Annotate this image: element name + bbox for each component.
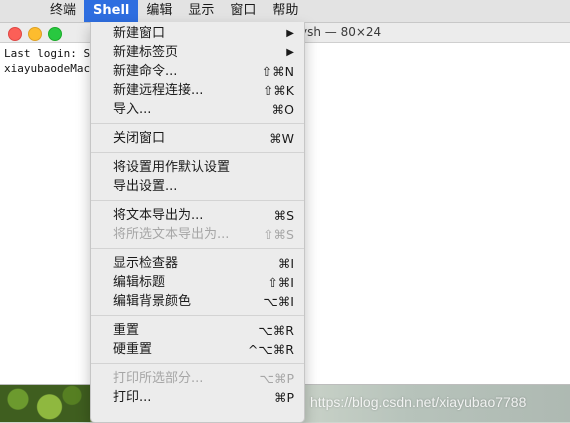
menu-window[interactable]: 窗口 — [222, 0, 264, 22]
zoom-window-button[interactable] — [48, 27, 62, 41]
menu-item-label: 新建命令... — [113, 64, 178, 79]
minimize-window-button[interactable] — [28, 27, 42, 41]
menu-shell[interactable]: Shell — [84, 0, 139, 22]
menu-separator — [91, 123, 304, 124]
menu-item-label: 将设置用作默认设置 — [113, 160, 231, 175]
menu-item-label: 将文本导出为... — [113, 208, 204, 223]
menu-item-shortcut: ⌥⌘I — [263, 294, 294, 309]
menu-bar: 终端 Shell 编辑 显示 窗口 帮助 — [0, 0, 570, 23]
menu-item-shortcut: ⌘W — [269, 131, 294, 146]
menu-item[interactable]: 新建窗口 ▶ — [91, 24, 304, 43]
menu-item-label: 导出设置... — [113, 179, 178, 194]
menu-item-label: 导入... — [113, 102, 152, 117]
menu-item-shortcut: ^⌥⌘R — [247, 342, 294, 357]
shell-dropdown-menu: 新建窗口 ▶ 新建标签页 ▶ 新建命令... ⇧⌘N 新建远程连接... ⇧⌘K 导入... ⌘O… — [90, 22, 305, 423]
menu-separator — [91, 315, 304, 316]
menu-separator — [91, 363, 304, 364]
menu-item-label: 重置 — [113, 323, 140, 338]
menu-item[interactable]: 将设置用作默认设置 — [91, 158, 304, 177]
menu-item-shortcut: ⌥⌘R — [258, 323, 294, 338]
menu-item[interactable]: 硬重置 ^⌥⌘R — [91, 340, 304, 359]
menu-separator — [91, 152, 304, 153]
menu-item[interactable]: 编辑背景颜色 ⌥⌘I — [91, 292, 304, 311]
menu-edit[interactable]: 编辑 — [138, 0, 180, 22]
menu-item-label: 新建标签页 — [113, 45, 179, 60]
menu-item[interactable]: 新建标签页 ▶ — [91, 43, 304, 62]
menu-item[interactable]: 重置 ⌥⌘R — [91, 321, 304, 340]
menu-item-label: 硬重置 — [113, 342, 153, 357]
submenu-arrow-icon: ▶ — [286, 28, 294, 39]
menu-item-shortcut: ⇧⌘N — [261, 64, 294, 79]
menu-item-shortcut: ⌥⌘P — [259, 371, 294, 386]
menu-item-label: 显示检查器 — [113, 256, 179, 271]
menu-item-label: 新建窗口 — [113, 26, 166, 41]
menu-help[interactable]: 帮助 — [264, 0, 306, 22]
menu-item-shortcut: ⇧⌘S — [263, 227, 294, 242]
menu-item[interactable]: 关闭窗口 ⌘W — [91, 129, 304, 148]
menu-item-label: 新建远程连接... — [113, 83, 204, 98]
menu-item-label: 关闭窗口 — [113, 131, 166, 146]
menu-item-shortcut: ⌘P — [273, 390, 294, 405]
menu-item-shortcut: ⌘O — [271, 102, 294, 117]
menu-item-shortcut: ⇧⌘I — [267, 275, 294, 290]
terminal-output[interactable]: Last login: S xiayubaodeMac — [4, 46, 90, 76]
menu-item[interactable]: 导入... ⌘O — [91, 100, 304, 119]
menu-separator — [91, 200, 304, 201]
menu-view[interactable]: 显示 — [180, 0, 222, 22]
menu-item[interactable]: 打印... ⌘P — [91, 388, 304, 407]
terminal-line: xiayubaodeMac — [4, 62, 91, 75]
close-window-button[interactable] — [8, 27, 22, 41]
menu-terminal[interactable]: 终端 — [42, 0, 84, 22]
menu-item-shortcut: ⇧⌘K — [262, 83, 294, 98]
apple-icon[interactable] — [0, 0, 42, 22]
menu-item[interactable]: 导出设置... — [91, 177, 304, 196]
watermark: https://blog.csdn.net/xiayubao7788 — [310, 394, 527, 410]
menu-item-label: 将所选文本导出为... — [113, 227, 230, 242]
menu-item[interactable]: 显示检查器 ⌘I — [91, 254, 304, 273]
menu-item-label: 打印所选部分... — [113, 371, 204, 386]
menu-item[interactable]: 编辑标题 ⇧⌘I — [91, 273, 304, 292]
window-title: ysh — 80×24 — [300, 25, 382, 39]
menu-item-label: 编辑背景颜色 — [113, 294, 192, 309]
menu-separator — [91, 248, 304, 249]
submenu-arrow-icon: ▶ — [286, 47, 294, 58]
menu-item-shortcut: ⌘I — [277, 256, 294, 271]
menu-item: 将所选文本导出为... ⇧⌘S — [91, 225, 304, 244]
menu-item-shortcut: ⌘S — [273, 208, 294, 223]
menu-item[interactable]: 将文本导出为... ⌘S — [91, 206, 304, 225]
menu-item-label: 编辑标题 — [113, 275, 166, 290]
menu-item[interactable]: 新建远程连接... ⇧⌘K — [91, 81, 304, 100]
terminal-line: Last login: S — [4, 47, 91, 60]
menu-item[interactable]: 新建命令... ⇧⌘N — [91, 62, 304, 81]
menu-item: 打印所选部分... ⌥⌘P — [91, 369, 304, 388]
wallpaper-foliage — [0, 384, 90, 422]
menu-item-label: 打印... — [113, 390, 152, 405]
